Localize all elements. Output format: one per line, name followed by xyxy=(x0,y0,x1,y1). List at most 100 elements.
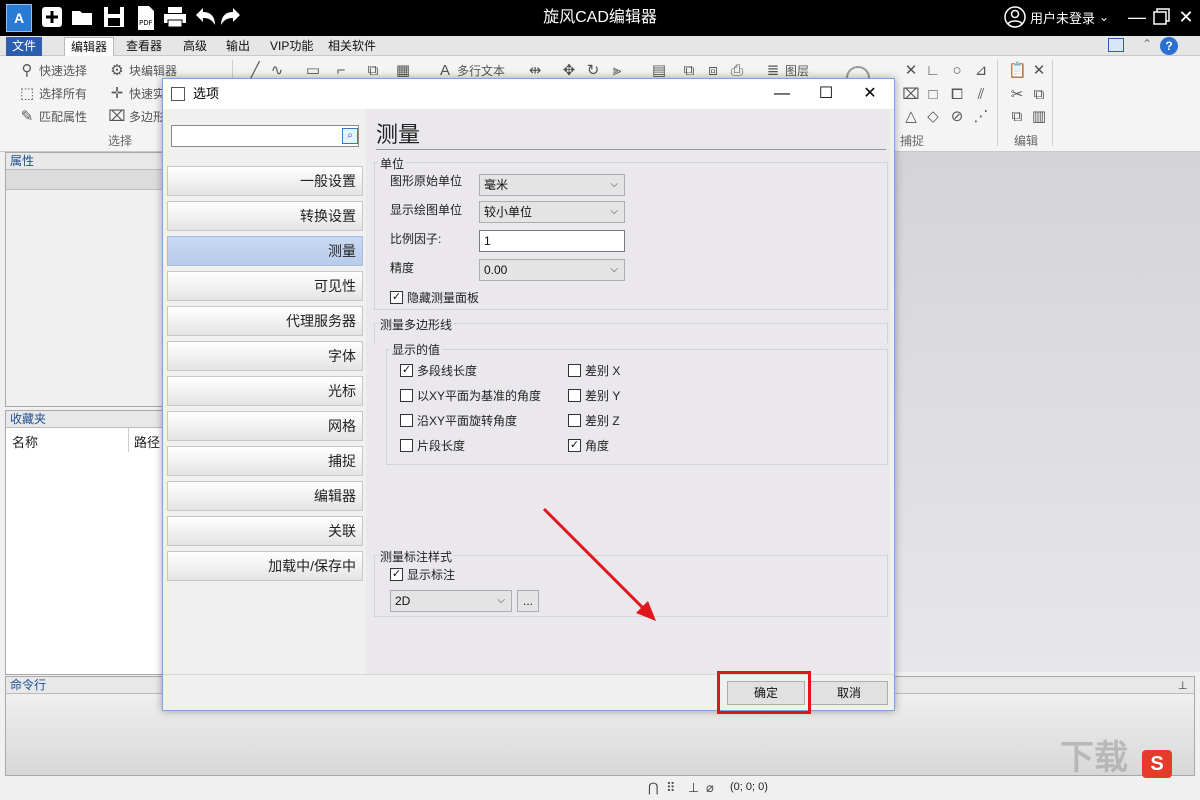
export-pdf-icon[interactable]: PDF xyxy=(134,5,160,31)
polar-toggle-icon[interactable]: ⌀ xyxy=(706,780,714,796)
dialog-minimize-icon[interactable]: — xyxy=(760,79,804,109)
tab-file[interactable]: 文件 xyxy=(6,37,43,56)
snap-perpendicular-icon[interactable]: ∟ xyxy=(924,62,942,80)
display-values-label: 显示的值 xyxy=(390,341,443,358)
snap-tangent-icon[interactable]: ⊿ xyxy=(972,62,990,80)
tab-vip[interactable]: VIP功能 xyxy=(264,37,319,56)
copy-clip-icon[interactable]: ⧉ xyxy=(1030,86,1048,104)
cut-icon[interactable]: ✂ xyxy=(1008,86,1026,104)
brush-icon: ✎ xyxy=(20,108,34,125)
options-search-input[interactable]: ⌕ xyxy=(171,125,359,147)
paste-block-icon[interactable]: ▥ xyxy=(1030,108,1048,126)
category-editor[interactable]: 编辑器 xyxy=(167,481,363,511)
category-associations[interactable]: 关联 xyxy=(167,516,363,546)
snap-endpoint-icon[interactable]: ✕ xyxy=(902,62,920,80)
properties-panel: 属性 xyxy=(5,152,165,407)
close-icon[interactable]: ✕ xyxy=(1173,4,1199,30)
category-proxy[interactable]: 代理服务器 xyxy=(167,306,363,336)
snap-intersection-icon[interactable]: ⌧ xyxy=(902,86,920,104)
dialog-close-icon[interactable]: ✕ xyxy=(848,79,892,109)
tab-advanced[interactable]: 高级 xyxy=(177,37,213,56)
select-all-button[interactable]: ⬚ 选择所有 xyxy=(18,84,87,104)
grid-toggle-icon[interactable]: ⠿ xyxy=(666,780,676,796)
maximize-icon[interactable] xyxy=(1148,4,1174,30)
category-snap[interactable]: 捕捉 xyxy=(167,446,363,476)
favorites-col-name[interactable]: 名称 xyxy=(12,432,38,451)
ortho-toggle-icon[interactable]: ⊥ xyxy=(688,780,699,796)
user-login[interactable]: 用户未登录 ⌄ xyxy=(1004,4,1109,30)
polygon-label: 多边形 xyxy=(129,110,166,124)
tab-related-software[interactable]: 相关软件 xyxy=(322,37,382,56)
xy-rotation-checkbox[interactable]: 沿XY平面旋转角度 xyxy=(400,412,517,428)
favorites-col-path[interactable]: 路径 xyxy=(134,432,160,451)
snap-triangle-icon[interactable]: △ xyxy=(902,108,920,126)
delta-x-checkbox[interactable]: 差别 X xyxy=(568,362,620,378)
input-method-icon[interactable]: S xyxy=(1142,750,1172,778)
properties-panel-title: 属性 xyxy=(6,153,164,170)
quick-select-button[interactable]: ⚲ 快速选择 xyxy=(18,61,88,81)
original-unit-select[interactable]: 毫米 ⌵ xyxy=(479,174,625,196)
search-icon[interactable]: ⌕ xyxy=(342,128,358,144)
snap-toggle-icon[interactable]: ⋂ xyxy=(648,780,659,796)
delta-z-checkbox[interactable]: 差别 Z xyxy=(568,412,620,428)
snap-quadrant-icon[interactable]: ◇ xyxy=(924,108,942,126)
category-grid[interactable]: 网格 xyxy=(167,411,363,441)
collapse-ribbon-icon[interactable]: ⌃ xyxy=(1142,37,1152,51)
polygon-button[interactable]: ⌧ 多边形 xyxy=(108,107,165,127)
dialog-maximize-icon[interactable]: ☐ xyxy=(804,79,848,109)
annotation-style-select[interactable]: 2D ⌵ xyxy=(390,590,512,612)
properties-header xyxy=(6,170,164,190)
snap-extension-icon[interactable]: ⧠ xyxy=(948,86,966,104)
checkbox-unchecked-icon xyxy=(568,363,581,377)
paste-icon[interactable]: 📋 xyxy=(1008,62,1027,80)
app-logo-icon[interactable]: A xyxy=(6,4,32,32)
category-conversion[interactable]: 转换设置 xyxy=(167,201,363,231)
quick-solid-button[interactable]: ✛ 快速实 xyxy=(108,84,165,104)
hide-measure-panel-checkbox[interactable]: ✓ 隐藏测量面板 xyxy=(390,289,479,305)
polyline-length-checkbox[interactable]: ✓ 多段线长度 xyxy=(400,362,477,378)
segment-length-checkbox[interactable]: 片段长度 xyxy=(400,437,465,453)
snap-center-icon[interactable]: ○ xyxy=(948,62,966,80)
delete-icon[interactable]: ✕ xyxy=(1030,62,1048,80)
checkbox-unchecked-icon xyxy=(400,438,413,452)
help-icon[interactable]: ? xyxy=(1160,37,1178,55)
options-dialog: 选项 — ☐ ✕ ⌕ 一般设置 转换设置 测量 可见性 代理服务器 字体 光标 … xyxy=(162,78,895,711)
ribbon-separator xyxy=(997,60,998,146)
open-folder-icon[interactable] xyxy=(70,5,96,31)
category-cursor[interactable]: 光标 xyxy=(167,376,363,406)
pin-icon[interactable]: ⊥ xyxy=(1178,679,1188,692)
precision-select[interactable]: 0.00 ⌵ xyxy=(479,259,625,281)
match-properties-button[interactable]: ✎ 匹配属性 xyxy=(18,107,87,127)
category-visibility[interactable]: 可见性 xyxy=(167,271,363,301)
snap-apparent-icon[interactable]: ⋰ xyxy=(972,108,990,126)
xy-angle-checkbox[interactable]: 以XY平面为基准的角度 xyxy=(400,387,541,403)
print-icon[interactable] xyxy=(162,5,188,31)
category-general[interactable]: 一般设置 xyxy=(167,166,363,196)
filter-icon: ⚲ xyxy=(21,62,33,79)
annotation-style-browse-button[interactable]: ... xyxy=(517,590,539,612)
layout-icon[interactable] xyxy=(1108,38,1124,52)
cancel-button[interactable]: 取消 xyxy=(810,681,888,705)
tab-viewer[interactable]: 查看器 xyxy=(120,37,168,56)
save-icon[interactable] xyxy=(102,5,128,31)
snap-parallel-icon[interactable]: ⫽ xyxy=(972,86,990,104)
tab-editor[interactable]: 编辑器 xyxy=(64,37,115,56)
display-unit-select[interactable]: 较小单位 ⌵ xyxy=(479,201,625,223)
tab-output[interactable]: 输出 xyxy=(220,37,256,56)
category-fonts[interactable]: 字体 xyxy=(167,341,363,371)
category-load-save[interactable]: 加载中/保存中 xyxy=(167,551,363,581)
new-file-icon[interactable] xyxy=(40,5,66,31)
delta-y-checkbox[interactable]: 差别 Y xyxy=(568,387,620,403)
show-annotation-checkbox[interactable]: ✓ 显示标注 xyxy=(390,566,455,582)
scale-factor-input[interactable]: 1 xyxy=(479,230,625,252)
xy-angle-label: 以XY平面为基准的角度 xyxy=(417,388,542,403)
category-measure[interactable]: 测量 xyxy=(167,236,363,266)
redo-icon[interactable] xyxy=(218,5,244,31)
angle-checkbox[interactable]: ✓ 角度 xyxy=(568,437,609,453)
undo-icon[interactable] xyxy=(192,5,218,31)
minimize-icon[interactable]: — xyxy=(1124,4,1150,30)
copy-base-icon[interactable]: ⧉ xyxy=(1008,108,1026,126)
snap-nearest-icon[interactable]: ⊘ xyxy=(948,108,966,126)
snap-square-icon[interactable]: □ xyxy=(924,86,942,104)
drawing-canvas[interactable] xyxy=(895,152,1200,672)
